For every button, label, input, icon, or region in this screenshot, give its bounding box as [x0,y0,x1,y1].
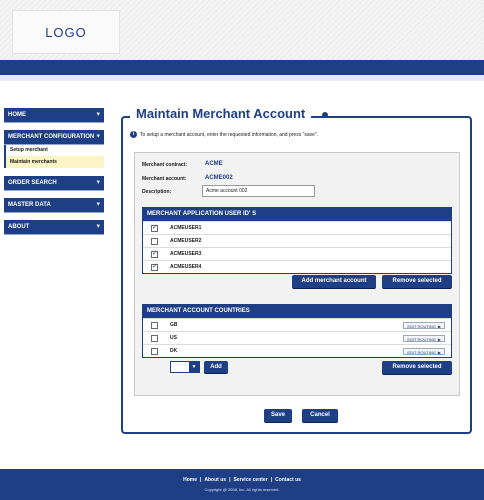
edit-routing-label: EDIT ROUTING [407,350,436,355]
country-code: US [170,335,177,341]
chevron-down-icon: ▼ [189,362,199,372]
instructions: i To setup a merchant account, enter the … [130,131,318,138]
arrow-right-icon: ▶ [437,324,441,329]
user-ids-table: MERCHANT APPLICATION USER ID' S ACMEUSER… [142,207,452,274]
user-checkbox[interactable] [151,224,158,232]
table-row: ACMEUSER3 [143,247,451,260]
footer-separator: | [199,477,202,483]
sidebar-item-master-data[interactable]: MASTER DATA ▾ [4,198,104,212]
copyright: Copyright @ 2008, Inc. All rights reserv… [204,487,280,492]
chevron-down-icon: ▾ [96,133,100,140]
chevron-down-icon: ▾ [96,201,100,208]
sidebar-item-about[interactable]: ABOUT ▾ [4,220,104,234]
table-row: ACMEUSER2 [143,234,451,247]
edit-routing-button[interactable]: EDIT ROUTING ▶ [403,322,445,329]
countries-table: MERCHANT ACCOUNT COUNTRIES GB EDIT ROUTI… [142,304,452,358]
sidebar: HOME ▾ MERCHANT CONFIGURATION ▾ Setup me… [4,108,104,242]
footer-link-about-us[interactable]: About us [204,477,226,483]
save-button[interactable]: Save [264,409,292,422]
table-row: ACMEUSER4 [143,260,451,273]
edit-routing-label: EDIT ROUTING [407,337,436,342]
sidebar-subitem-maintain-merchants[interactable]: Maintain merchants [4,156,104,168]
country-code: GB [170,322,178,328]
page-title: Maintain Merchant Account [130,106,312,121]
header-band [0,60,484,75]
merchant-account-label: Merchant account: [142,176,187,182]
remove-selected-countries-button[interactable]: Remove selected [382,361,452,374]
footer-link-home[interactable]: Home [183,477,197,483]
sidebar-group-merchant-configuration: MERCHANT CONFIGURATION ▾ Setup merchant … [4,130,104,168]
footer-link-contact-us[interactable]: Contact us [275,477,301,483]
description-label: Description: [142,189,172,195]
sidebar-subitem-setup-merchant[interactable]: Setup merchant [4,144,104,156]
sidebar-item-label: ORDER SEARCH [8,180,57,186]
merchant-contract-value: ACME [205,161,223,167]
arrow-right-icon: ▶ [437,337,441,342]
table-row: GB EDIT ROUTING ▶ [143,318,451,331]
footer-separator: | [229,477,231,483]
description-input[interactable] [202,185,315,197]
user-checkbox[interactable] [151,250,158,258]
footer: Home | About us | Service center | Contact us … [0,469,484,500]
table-row: US EDIT ROUTING ▶ [143,331,451,344]
footer-links: Home | About us | Service center | Contact us [0,477,484,483]
merchant-account-value: ACME002 [205,175,233,181]
user-checkbox[interactable] [151,263,158,271]
country-checkbox[interactable] [151,321,158,329]
title-dot [322,112,328,118]
sidebar-item-order-search[interactable]: ORDER SEARCH ▾ [4,176,104,190]
user-ids-table-header: MERCHANT APPLICATION USER ID' S [143,208,451,221]
sidebar-item-label: MERCHANT CONFIGURATION [8,134,95,140]
sidebar-item-label: ABOUT [8,224,30,230]
instructions-text: To setup a merchant account, enter the r… [140,131,319,138]
logo[interactable]: LOGO [12,10,120,54]
footer-separator: | [270,477,273,483]
header-band-light [0,75,484,81]
table-row: ACMEUSER1 [143,221,451,234]
country-checkbox[interactable] [151,334,158,342]
table-row: DK EDIT ROUTING ▶ [143,344,451,357]
merchant-contract-label: Merchant contract: [142,162,188,168]
edit-routing-button[interactable]: EDIT ROUTING ▶ [403,348,445,355]
footer-link-service-center[interactable]: Service center [233,477,267,483]
info-icon: i [130,131,137,138]
sidebar-item-label: HOME [8,112,26,118]
add-country-button[interactable]: Add [204,361,228,373]
remove-selected-users-button[interactable]: Remove selected [382,275,452,288]
add-merchant-account-button[interactable]: Add merchant account [292,275,376,288]
arrow-right-icon: ▶ [437,350,441,355]
user-id: ACMEUSER4 [170,264,202,270]
header: LOGO [0,0,484,60]
chevron-down-icon: ▾ [96,179,100,186]
country-select[interactable]: ▼ [170,361,200,373]
cancel-button[interactable]: Cancel [302,409,338,422]
sidebar-item-merchant-configuration[interactable]: MERCHANT CONFIGURATION ▾ [4,130,104,144]
country-code: DK [170,348,178,354]
chevron-down-icon: ▾ [96,111,100,118]
sidebar-item-label: MASTER DATA [8,202,51,208]
user-id: ACMEUSER1 [170,225,202,231]
edit-routing-label: EDIT ROUTING [407,324,436,329]
country-checkbox[interactable] [151,347,158,355]
countries-table-header: MERCHANT ACCOUNT COUNTRIES [143,305,451,318]
user-checkbox[interactable] [151,237,158,245]
user-id: ACMEUSER3 [170,251,202,257]
edit-routing-button[interactable]: EDIT ROUTING ▶ [403,335,445,342]
sidebar-item-home[interactable]: HOME ▾ [4,108,104,122]
chevron-down-icon: ▾ [96,223,100,230]
user-id: ACMEUSER2 [170,238,202,244]
